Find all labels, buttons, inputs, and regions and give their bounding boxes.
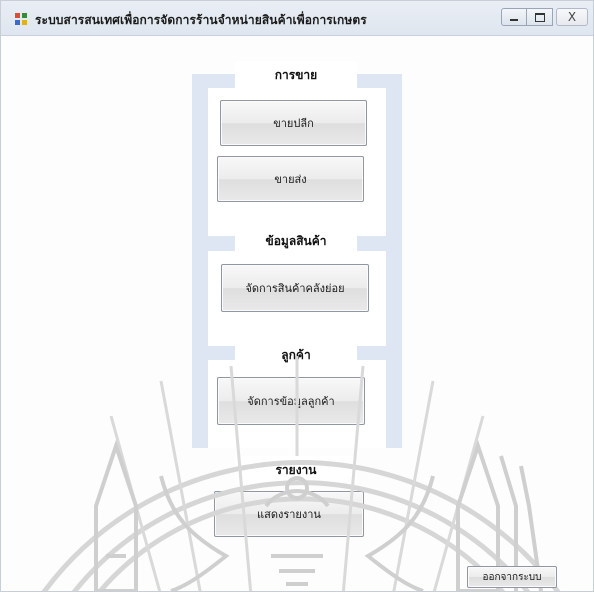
manage-inventory-button[interactable]: จัดการสินค้าคลังย่อย [221, 264, 369, 312]
close-icon: X [567, 10, 577, 24]
show-report-button[interactable]: แสดงรายงาน [214, 491, 364, 537]
minimize-icon [510, 19, 518, 21]
wholesale-button[interactable]: ขายส่ง [217, 156, 364, 202]
report-section-label: รายงาน [235, 456, 357, 484]
app-icon [15, 13, 28, 26]
manage-customer-button[interactable]: จัดการข้อมูลลูกค้า [217, 377, 365, 425]
minimize-button[interactable] [501, 8, 527, 26]
title-bar[interactable]: ระบบสารสนเทศเพื่อการจัดการร้านจำหน่ายสิน… [1, 1, 593, 36]
main-window: ระบบสารสนเทศเพื่อการจัดการร้านจำหน่ายสิน… [0, 0, 594, 592]
maximize-button[interactable] [527, 8, 553, 26]
close-button[interactable]: X [556, 8, 588, 26]
customer-section-label: ลูกค้า [235, 341, 357, 369]
maximize-icon [534, 12, 545, 22]
window-title: ระบบสารสนเทศเพื่อการจัดการร้านจำหน่ายสิน… [35, 13, 367, 27]
product-section-label: ข้อมูลสินค้า [235, 227, 357, 255]
sales-section-label: การขาย [235, 61, 357, 89]
main-content: การขาย ขายปลีก ขายส่ง ข้อมูลสินค้า จัดกา… [1, 36, 593, 591]
logout-button[interactable]: ออกจากระบบ [467, 566, 557, 588]
retail-sale-button[interactable]: ขายปลีก [220, 100, 367, 146]
